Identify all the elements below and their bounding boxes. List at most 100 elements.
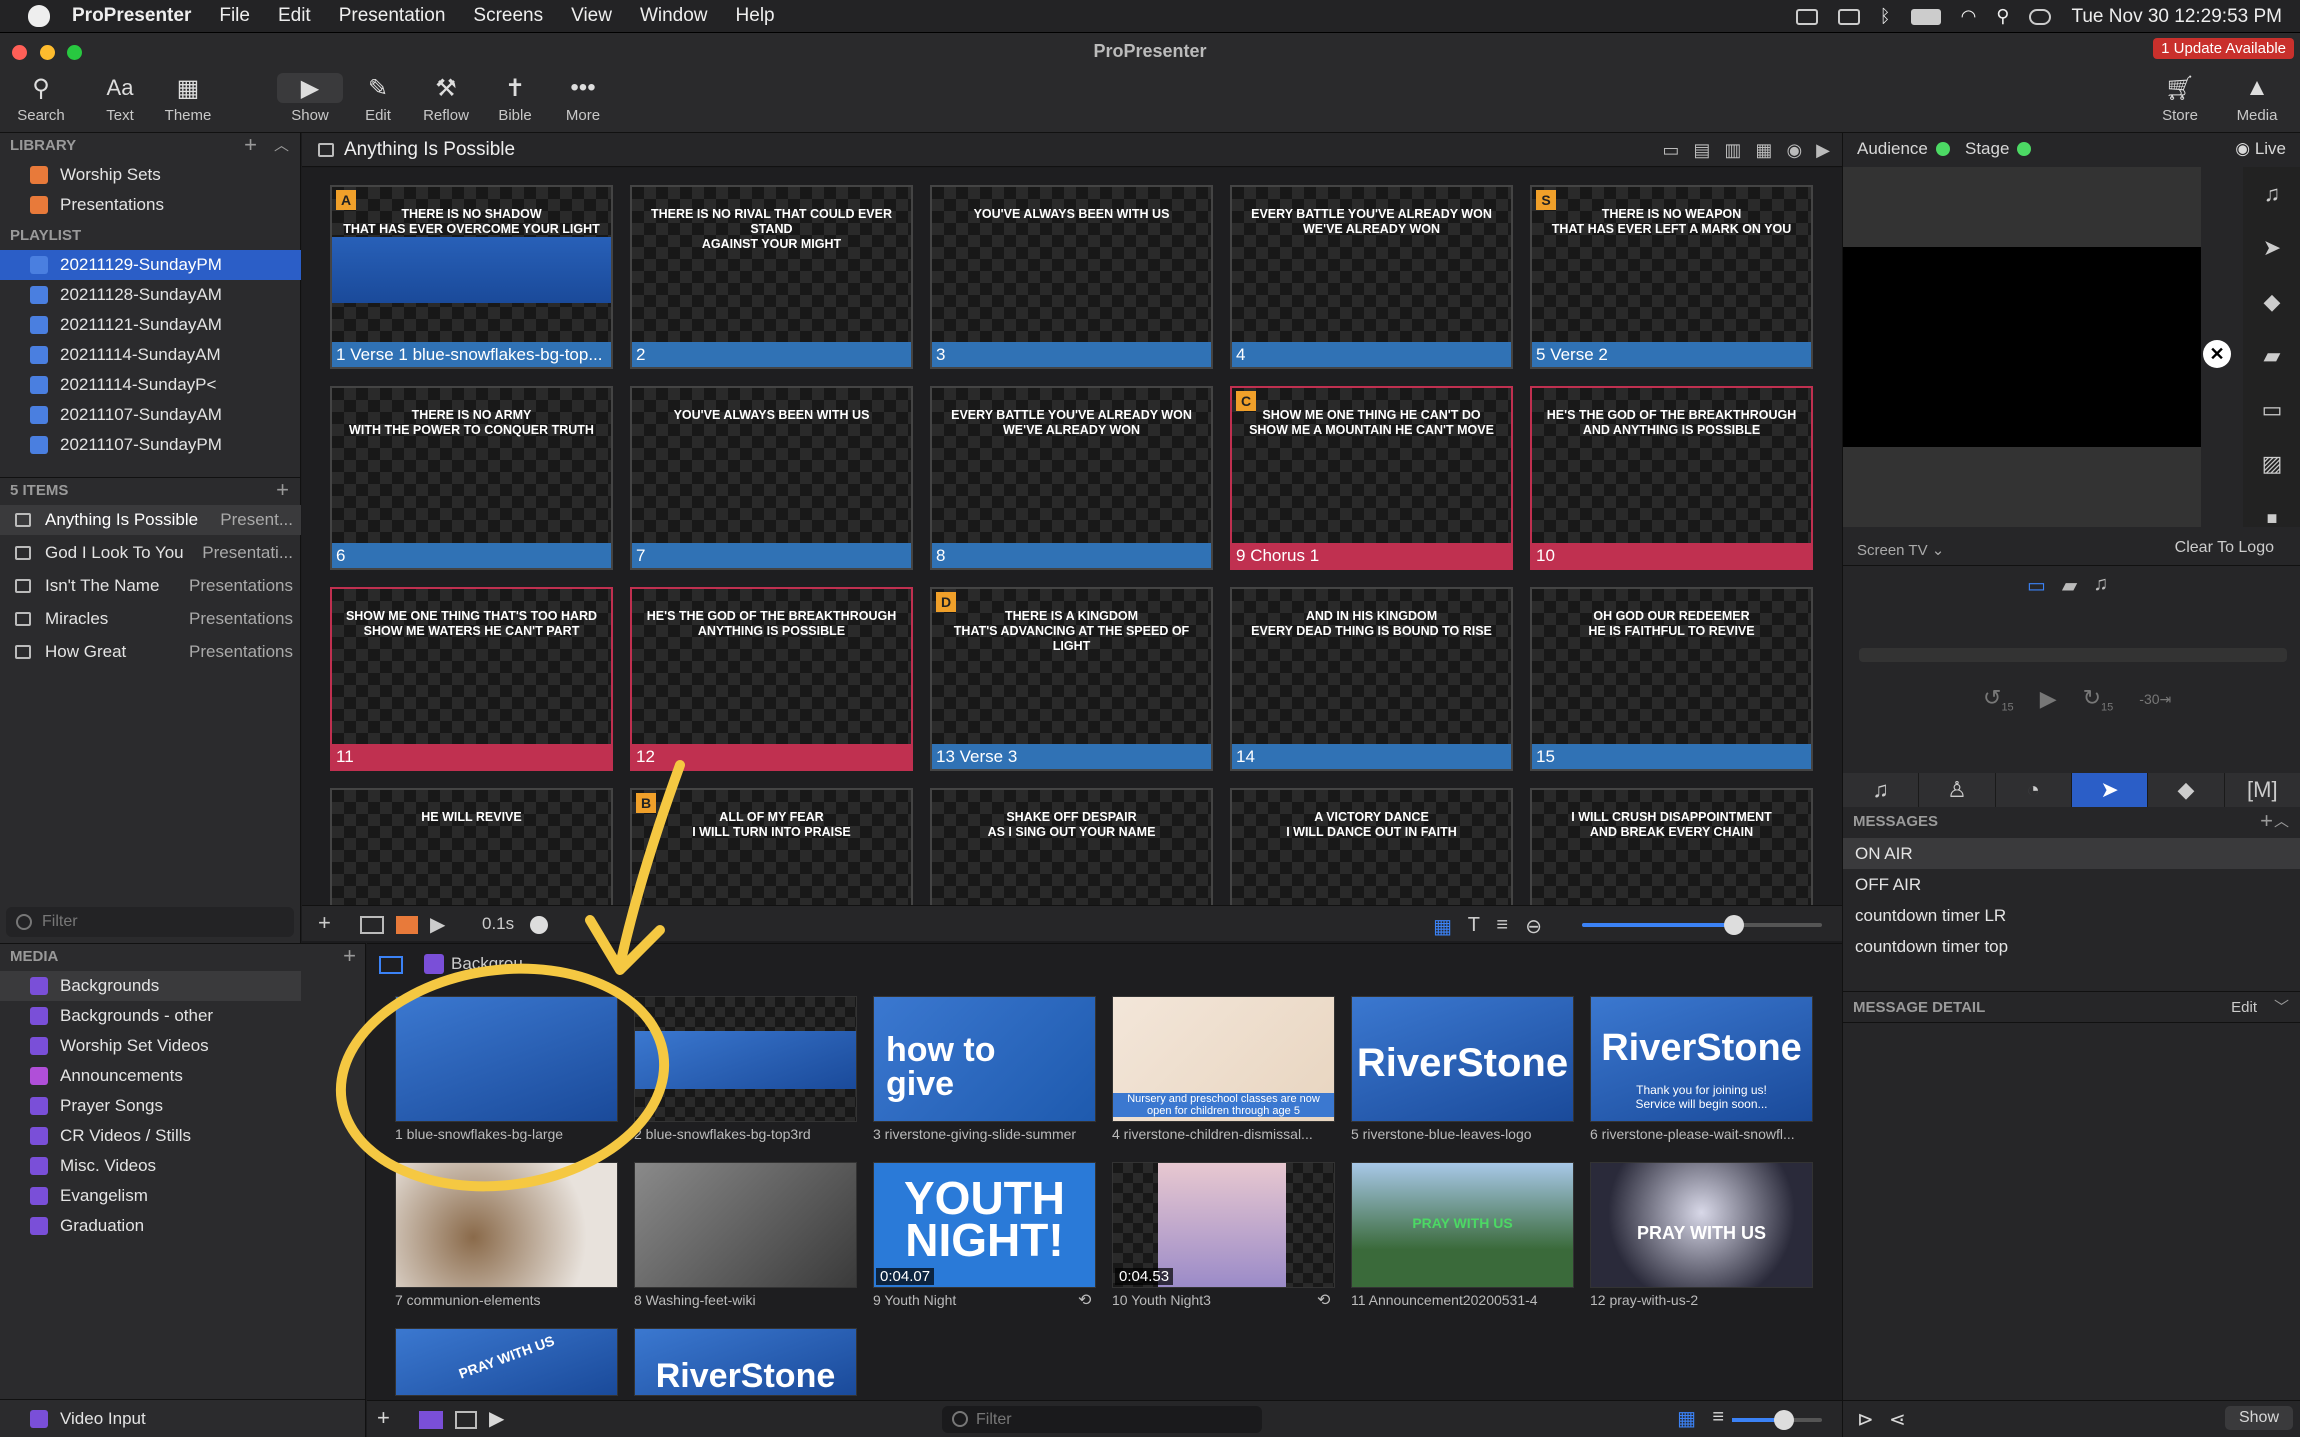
media-thumbnail[interactable]: how to give [873,996,1096,1122]
presentation-item[interactable]: Isn't The Name Presentations [0,571,301,601]
macros-tab-icon[interactable]: [M] [2225,773,2300,807]
toolbar-text-button[interactable]: Aa Text [85,73,155,124]
toolbar-more-button[interactable]: ••• More [548,73,618,124]
slide-thumbnail[interactable]: HE'S THE GOD OF THE BREAKTHROUGH AND ANY… [1530,386,1813,570]
sidebar-toggle-icon[interactable] [379,956,403,974]
slide-thumbnail[interactable]: SHOW ME ONE THING THAT'S TOO HARD SHOW M… [330,587,613,771]
stage-status[interactable]: Stage [1965,139,2032,159]
media-playlist-item[interactable]: Worship Set Videos [0,1031,301,1061]
media-thumbnail[interactable]: PRAY WITH US [1590,1162,1813,1288]
menu-app[interactable]: ProPresenter [72,5,191,27]
media-list-view-icon[interactable]: ≡ [1712,1406,1724,1429]
playlist-item[interactable]: 20211107-SundayPM [0,430,301,460]
media-playlist-item[interactable]: Backgrounds [0,971,301,1001]
show-message-button[interactable]: Show [2224,1406,2293,1430]
media-transition-icon[interactable]: ▶ [489,1406,504,1431]
presentation-item[interactable]: Miracles Presentations [0,604,301,634]
apple-menu-icon[interactable] [28,5,50,27]
slide-thumbnail[interactable]: THERE IS NO RIVAL THAT COULD EVER STAND … [630,185,913,369]
slide-thumbnail[interactable]: YOU'VE ALWAYS BEEN WITH US 7 [630,386,913,570]
slide-thumbnail[interactable]: THERE IS NO ARMY WITH THE POWER TO CONQU… [330,386,613,570]
transparent-mode-icon[interactable] [455,1411,477,1429]
slide-thumbnail[interactable]: SHAKE OFF DESPAIR AS I SING OUT YOUR NAM… [930,788,1213,905]
clear-to-logo-button[interactable]: Clear To Logo [2175,539,2274,557]
playlist-item[interactable]: 20211114-SundayP< [0,370,301,400]
search-icon[interactable]: ⚲ [1996,6,2009,27]
battery-icon[interactable] [1910,8,1941,25]
message-item[interactable]: countdown timer LR [1843,900,2300,931]
library-item-worship-sets[interactable]: Worship Sets [0,160,301,190]
media-thumbnail[interactable] [634,1162,857,1288]
slideshow-icon[interactable]: ▭ [1662,133,1679,167]
music-note-icon[interactable]: ♫ [2261,183,2283,205]
media-thumbnail[interactable]: RiverStone [634,1328,857,1396]
timer-tab-icon[interactable]: ◔ [1996,773,2072,807]
slide-thumbnail[interactable]: THERE IS NO SHADOW THAT HAS EVER OVERCOM… [330,185,613,369]
transition-knob[interactable] [530,916,548,934]
target-icon[interactable]: ◉ [1786,133,1802,167]
add-media-icon[interactable]: + [377,1405,390,1431]
playlist-item[interactable]: 20211129-SundayPM [0,250,301,280]
grid-view-icon[interactable]: ▦ [1433,914,1452,939]
media-grid-view-icon[interactable]: ▦ [1677,1406,1696,1431]
slide-thumbnail[interactable]: A VICTORY DANCE I WILL DANCE OUT IN FAIT… [1230,788,1513,905]
slide-thumbnail[interactable]: AND IN HIS KINGDOM EVERY DEAD THING IS B… [1230,587,1513,771]
media-grid-mode-icon[interactable] [419,1411,443,1429]
image-icon[interactable]: ▨ [2261,453,2283,475]
add-message-icon[interactable]: + [2260,808,2273,834]
toolbar-search-button[interactable]: ⚲ Search [6,73,76,125]
menu-view[interactable]: View [571,5,612,27]
message-item[interactable]: OFF AIR [1843,869,2300,900]
list-view-icon[interactable]: ≡ [1496,914,1508,937]
announcement-audio-icon[interactable]: ▰ [2062,573,2077,598]
presentation-item[interactable]: How Great Presentations [0,637,301,667]
menu-presentation[interactable]: Presentation [339,5,446,27]
screen-selector[interactable]: Screen TV ⌄ [1857,541,1944,559]
chevron-down-icon[interactable]: ﹀ [2274,992,2289,1024]
slide-thumbnail[interactable]: EVERY BATTLE YOU'VE ALREADY WON WE'VE AL… [930,386,1213,570]
message-item[interactable]: countdown timer top [1843,931,2300,962]
options-icon[interactable]: ⊖ [1525,914,1542,939]
skip-back-icon[interactable]: -30⇥ [2139,691,2171,708]
add-slide-icon[interactable]: + [318,910,331,936]
play-icon[interactable]: ▶ [2040,686,2057,712]
transition-duration[interactable]: 0.1s [482,914,514,934]
video-input-row[interactable]: Video Input [0,1399,366,1437]
media-playlist-item[interactable]: Prayer Songs [0,1091,301,1121]
display-icon[interactable] [1837,8,1860,25]
rewind-icon[interactable]: ↺15 [1983,685,2014,713]
layers-icon[interactable]: ◆ [2261,291,2283,313]
clear-all-button[interactable]: ✕ [2203,340,2231,368]
media-thumbnail[interactable]: PRAY WITH US [395,1328,618,1396]
playlist-item[interactable]: 20211128-SundayAM [0,280,301,310]
presentation-item[interactable]: God I Look To You Presentati... [0,538,301,568]
zoom-slider-knob[interactable] [1724,915,1744,935]
update-available-badge[interactable]: 1 Update Available [2153,38,2294,59]
arrangement-icon[interactable]: ▦ [1755,133,1772,167]
audience-status[interactable]: Audience [1857,139,1950,159]
notes-icon[interactable]: ▤ [1693,133,1710,167]
slide-thumbnail[interactable]: SHOW ME ONE THING HE CAN'T DO SHOW ME A … [1230,386,1513,570]
media-playlist-item[interactable]: CR Videos / Stills [0,1121,301,1151]
video-camera-icon[interactable]: ■ [2261,507,2283,529]
toolbar-theme-button[interactable]: ▦ Theme [153,73,223,125]
presentation-audio-icon[interactable]: ▭ [2027,573,2046,598]
playlist-item[interactable]: 20211107-SundayAM [0,400,301,430]
media-thumbnail[interactable]: RiverStone [1351,996,1574,1122]
library-filter-input[interactable]: Filter [6,907,294,937]
menu-screens[interactable]: Screens [473,5,543,27]
slide-thumbnail[interactable]: HE'S THE GOD OF THE BREAKTHROUGH ANYTHIN… [630,587,913,771]
media-thumbnail[interactable]: 0:04.53 [1112,1162,1335,1288]
toolbar-bible-button[interactable]: ✝ Bible [480,73,550,125]
message-edit-button[interactable]: Edit [2231,992,2257,1024]
slide-thumbnail[interactable]: I WILL CRUSH DISAPPOINTMENT AND BREAK EV… [1530,788,1813,905]
slide-thumbnail[interactable]: OH GOD OUR REDEEMER HE IS FAITHFUL TO RE… [1530,587,1813,771]
layout-icon[interactable]: ▥ [1724,133,1741,167]
announcement-icon[interactable]: ▰ [2261,345,2283,367]
live-indicator[interactable]: ◉ Live [2235,139,2286,159]
audio-progress-bar[interactable] [1859,648,2287,662]
playlist-item[interactable]: 20211121-SundayAM [0,310,301,340]
layers-tab-icon[interactable]: ◆ [2148,773,2225,807]
transition-icon[interactable]: ▶ [430,912,445,937]
slide-thumbnail[interactable]: THERE IS NO WEAPON THAT HAS EVER LEFT A … [1530,185,1813,369]
